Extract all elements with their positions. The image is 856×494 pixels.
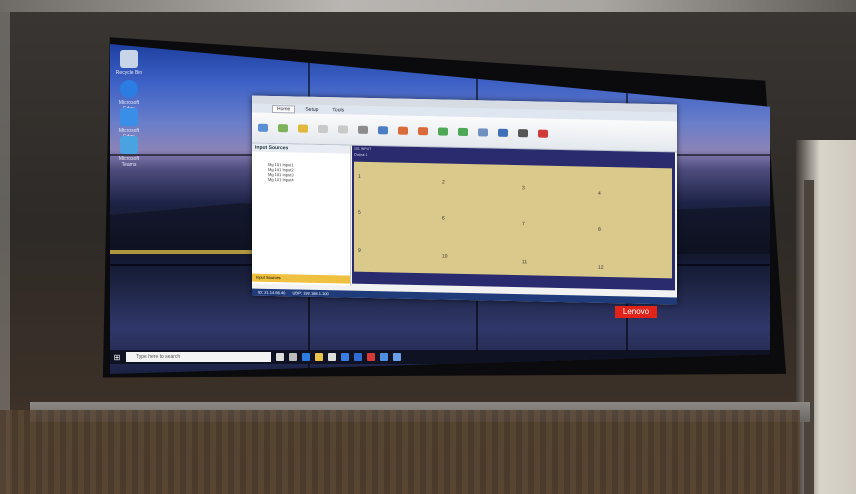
app-icon[interactable] (393, 353, 401, 361)
tab-home[interactable]: Home (272, 104, 296, 113)
desktop-icon-app[interactable]: Microsoft Teams (114, 136, 144, 168)
ribbon-button[interactable] (356, 125, 370, 134)
app-icon[interactable] (367, 353, 375, 361)
tile-number: 5 (358, 209, 361, 216)
ribbon-button[interactable] (316, 124, 330, 134)
folder-icon[interactable] (315, 353, 323, 361)
user-icon (518, 129, 528, 138)
refresh-icon (458, 127, 468, 137)
tile-number: 8 (598, 226, 601, 233)
manage-icon (258, 123, 268, 132)
pointer-icon (358, 125, 368, 134)
tile-number: 1 (358, 173, 361, 180)
ribbon-button[interactable] (456, 127, 470, 137)
taskbar-search-input[interactable]: Type here to search (126, 352, 271, 362)
tile-number: 10 (442, 253, 448, 260)
lenovo-logo: Lenovo (615, 306, 657, 318)
folder-icon (298, 124, 308, 133)
door-frame (804, 180, 814, 494)
close-icon (538, 129, 548, 138)
ribbon-button[interactable] (516, 129, 530, 138)
video-wall-controller-window[interactable]: Home Setup Tools Input Sources Mg 101 In… (252, 95, 677, 305)
ribbon-button[interactable] (256, 123, 270, 132)
window-icon (338, 125, 348, 134)
layout-icon (398, 126, 408, 135)
tile-number: 4 (598, 190, 601, 197)
input-source-item[interactable]: Mg 101 Input4 (252, 177, 350, 184)
scene-icon (278, 124, 288, 133)
ribbon-button[interactable] (496, 128, 510, 137)
store-icon[interactable] (328, 353, 336, 361)
desktop-icon-label: Recycle Bin (115, 70, 143, 76)
right-wall (796, 140, 856, 494)
tile-number: 11 (522, 259, 528, 266)
window-icon (318, 124, 328, 134)
tab-tools[interactable]: Tools (328, 107, 348, 113)
ceiling-light (0, 0, 856, 12)
ribbon-button[interactable] (376, 126, 390, 135)
edge-icon[interactable] (302, 353, 310, 361)
ribbon-button[interactable] (336, 125, 350, 134)
tab-setup[interactable]: Setup (301, 106, 322, 112)
display-icon (378, 126, 388, 135)
edge-icon (120, 80, 138, 98)
edge-icon (120, 108, 138, 126)
ribbon-button[interactable] (436, 127, 450, 136)
status-id: ID: 21.14.66.40 (258, 289, 286, 296)
desktop-icon-recycle-bin[interactable]: Recycle Bin (114, 50, 144, 76)
windows-start-icon[interactable]: ⊞ (110, 350, 124, 364)
ribbon-button[interactable] (416, 127, 430, 136)
explorer-icon[interactable] (289, 353, 297, 361)
output-tiles[interactable]: 1 2 3 4 5 6 7 8 9 10 11 12 (354, 161, 672, 279)
ribbon-button[interactable] (296, 124, 310, 133)
mail-icon[interactable] (341, 353, 349, 361)
layout-icon (418, 127, 428, 136)
tile-number: 7 (522, 221, 525, 228)
ribbon-button[interactable] (396, 126, 410, 135)
app-icon[interactable] (380, 353, 388, 361)
status-bar: ID: 21.14.66.40 UDP: 192.168.1.100 (252, 288, 677, 305)
tile-number: 9 (358, 247, 361, 254)
tile-number: 12 (598, 264, 604, 271)
app-icon[interactable] (354, 353, 362, 361)
input-sources-panel: Input Sources Mg 101 Input1 Mg 101 Input… (252, 143, 351, 286)
ribbon-button[interactable] (276, 124, 290, 133)
app-icon (120, 136, 138, 154)
tile-number: 6 (442, 215, 445, 222)
recycle-bin-icon (120, 50, 138, 68)
info-icon (498, 128, 508, 137)
ribbon-button[interactable] (476, 128, 490, 137)
task-view-icon[interactable] (276, 353, 284, 361)
wall-layout-canvas[interactable]: 101 INPUT Output 1 1 2 3 4 5 6 7 8 9 10 … (352, 145, 675, 291)
ribbon-button[interactable] (536, 129, 550, 138)
play-icon (438, 127, 448, 136)
tile-number: 2 (442, 179, 445, 186)
status-udp: UDP: 192.168.1.100 (292, 290, 329, 297)
desktop-icon-label: Microsoft Teams (118, 156, 140, 168)
settings-icon (478, 128, 488, 137)
wood-panel-floor (0, 410, 800, 494)
panel-footer-tab[interactable]: Input Sources (252, 273, 350, 284)
tile-number: 3 (522, 185, 525, 192)
